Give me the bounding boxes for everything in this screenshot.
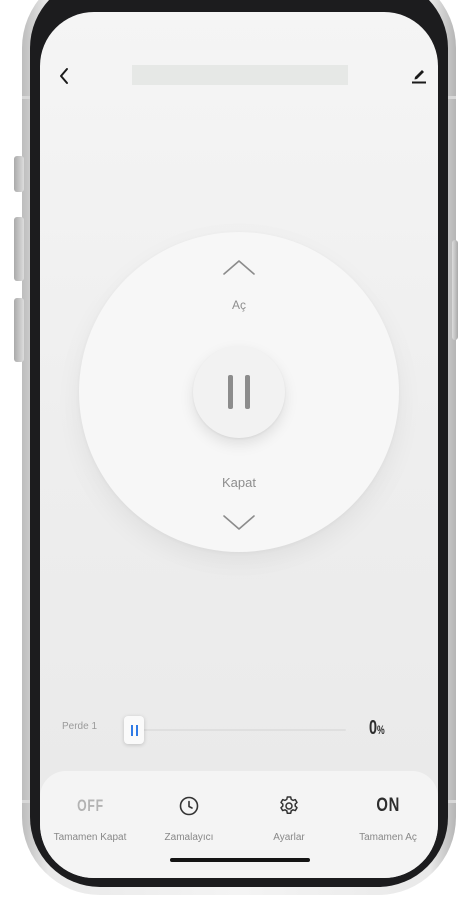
settings-label: Ayarlar: [273, 832, 305, 843]
chevron-up-icon: [223, 260, 255, 275]
app-screen: Aç Kapat Perde 1 0% OFF Tamamen Kapat Za…: [40, 12, 438, 878]
position-slider[interactable]: [124, 716, 346, 744]
timer-label: Zamalayıcı: [164, 832, 214, 843]
grip-icon: [135, 724, 138, 736]
close-fully-button[interactable]: OFF Tamamen Kapat: [40, 771, 140, 861]
edit-button[interactable]: [406, 62, 432, 88]
chevron-left-icon: [60, 68, 68, 84]
curtain-label: Perde 1: [62, 721, 98, 732]
volume-down-button: [14, 298, 24, 362]
position-value: 0: [369, 717, 378, 739]
on-text: ON: [376, 795, 400, 816]
open-fully-button[interactable]: ON Tamamen Aç: [338, 771, 438, 861]
position-percent: 0%: [369, 717, 385, 740]
mute-switch: [14, 156, 24, 192]
back-button[interactable]: [52, 64, 76, 88]
chevron-down-icon: [223, 515, 255, 530]
pause-button[interactable]: [193, 346, 285, 438]
grip-icon: [130, 724, 133, 736]
gear-icon: [280, 796, 298, 814]
position-unit: %: [377, 723, 385, 737]
close-button[interactable]: [219, 508, 259, 538]
control-disc: Aç Kapat: [79, 232, 399, 552]
pause-icon: [245, 375, 250, 409]
open-fully-label: Tamamen Aç: [359, 832, 417, 843]
clock-icon: [179, 796, 199, 816]
timer-button[interactable]: Zamalayıcı: [139, 771, 239, 861]
power-button: [452, 240, 458, 340]
pause-icon: [228, 375, 233, 409]
pencil-icon: [412, 70, 426, 84]
open-button[interactable]: [219, 252, 259, 282]
close-label: Kapat: [222, 475, 256, 490]
off-text: OFF: [76, 796, 104, 815]
close-fully-label: Tamamen Kapat: [53, 832, 127, 843]
slider-thumb[interactable]: [124, 716, 144, 744]
volume-up-button: [14, 217, 24, 281]
open-label: Aç: [231, 298, 246, 312]
settings-button[interactable]: Ayarlar: [239, 771, 339, 861]
home-indicator[interactable]: [170, 858, 310, 862]
device-title: [132, 65, 348, 85]
